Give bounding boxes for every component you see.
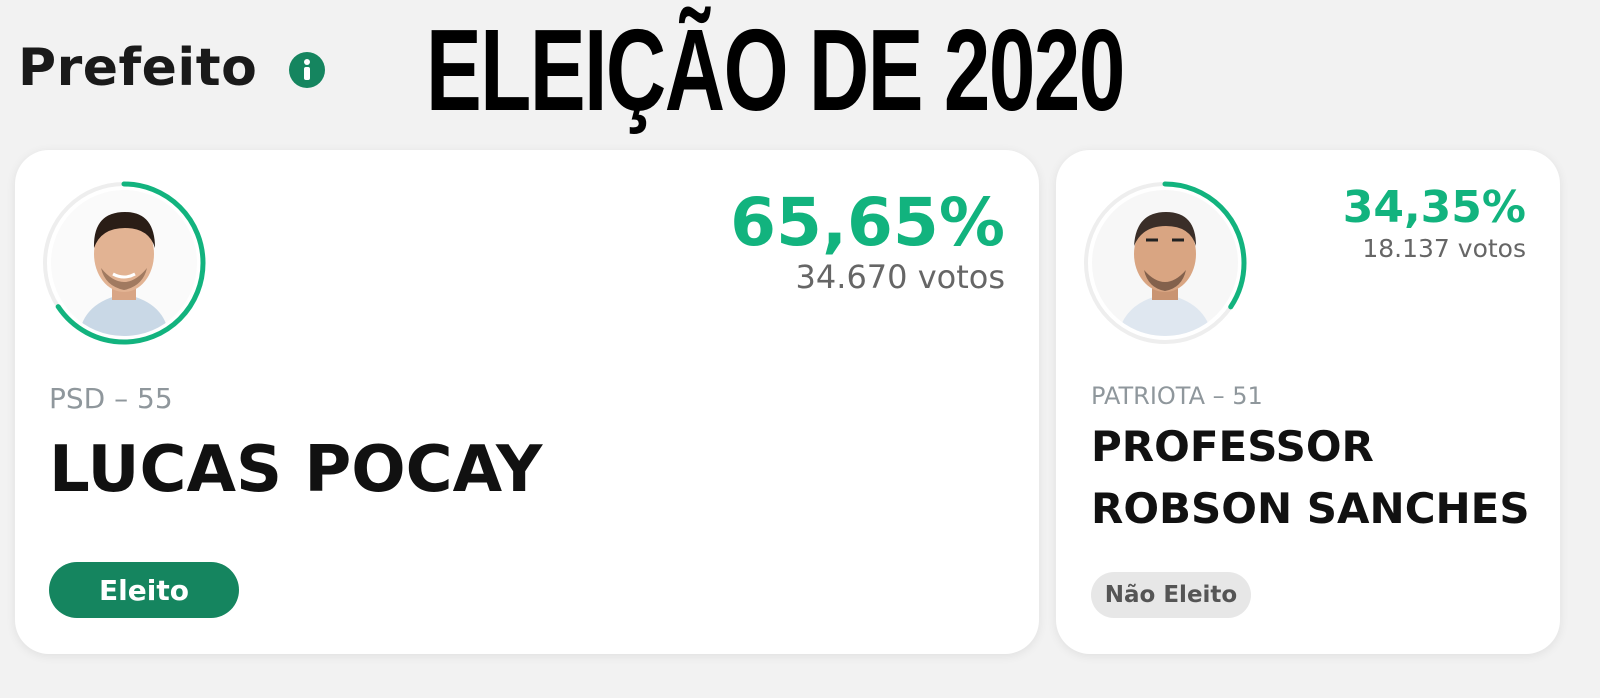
party-number: PATRIOTA – 51 xyxy=(1091,382,1263,410)
candidate-name-line-2: ROBSON SANCHES xyxy=(1091,484,1530,533)
candidate-card-elected[interactable]: 65,65% 34.670 votos PSD – 55 LUCAS POCAY… xyxy=(15,150,1039,654)
banner-title: ELEIÇÃO DE 2020 xyxy=(426,5,1125,135)
elected-badge: Eleito xyxy=(49,562,239,618)
candidate-name-line-1: PROFESSOR xyxy=(1091,422,1374,471)
vote-percentage: 65,65% xyxy=(730,184,1005,261)
info-icon[interactable] xyxy=(289,52,326,88)
candidate-avatar xyxy=(51,190,197,336)
candidate-avatar xyxy=(1092,190,1238,336)
candidate-name: LUCAS POCAY xyxy=(49,433,543,507)
not-elected-badge: Não Eleito xyxy=(1091,572,1251,618)
candidate-name: PROFESSOR ROBSON SANCHES xyxy=(1091,416,1530,540)
vote-count: 34.670 votos xyxy=(795,258,1005,296)
party-number: PSD – 55 xyxy=(49,382,173,415)
section-title: Prefeito xyxy=(18,38,258,98)
candidate-card-not-elected[interactable]: 34,35% 18.137 votos PATRIOTA – 51 PROFES… xyxy=(1056,150,1560,654)
vote-count: 18.137 votos xyxy=(1362,234,1526,263)
vote-percentage: 34,35% xyxy=(1342,182,1526,233)
page-heading: Prefeito xyxy=(18,38,326,98)
